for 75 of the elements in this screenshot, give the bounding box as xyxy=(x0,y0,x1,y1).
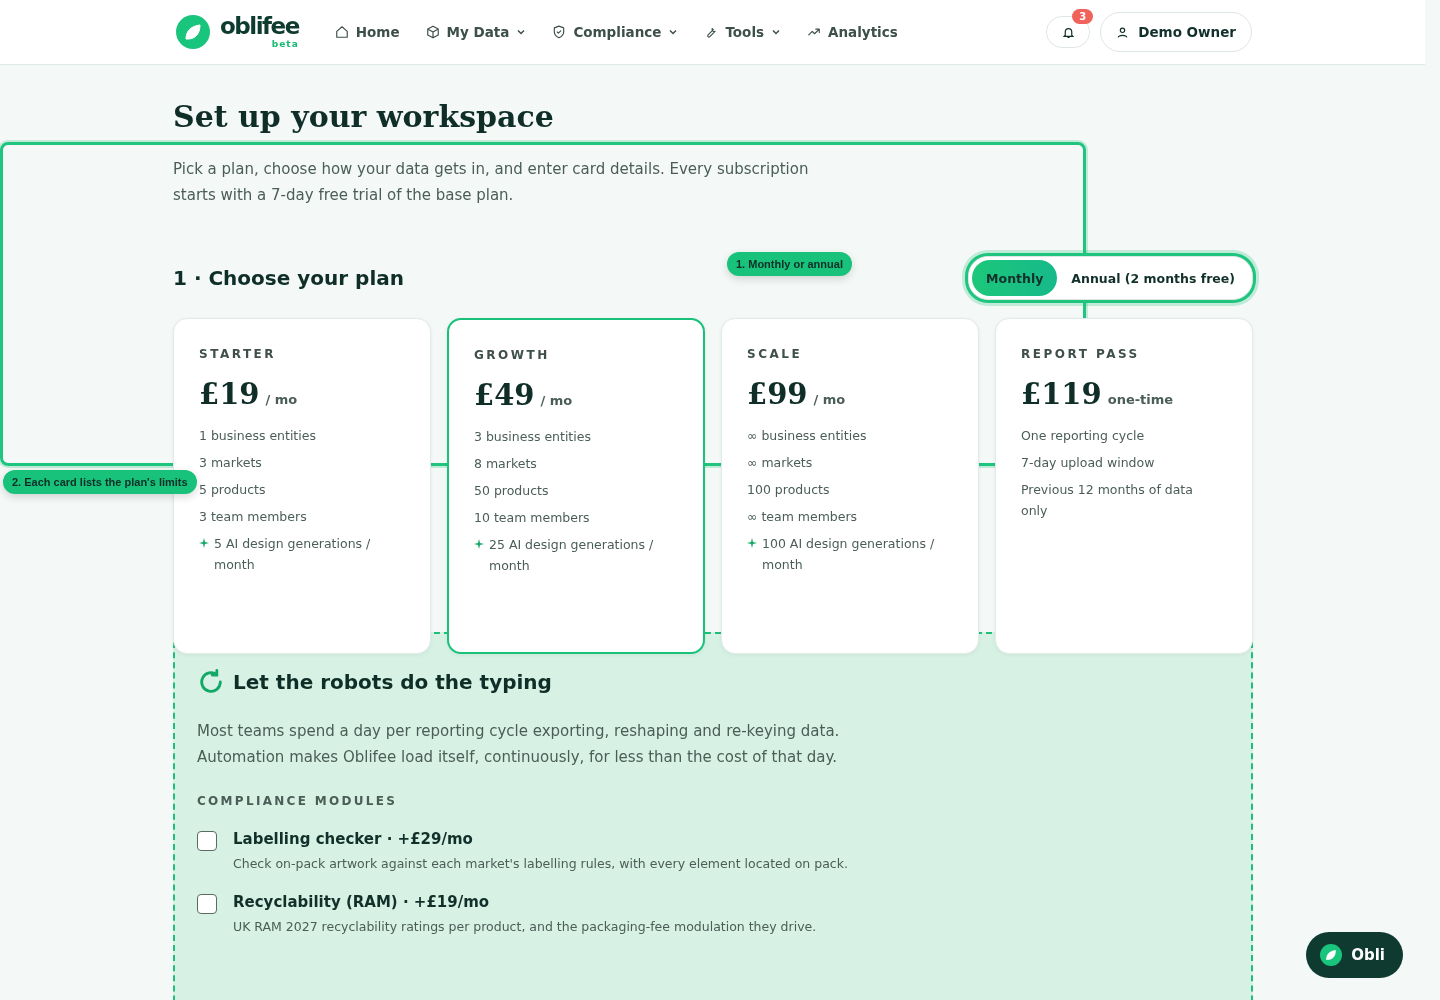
automation-text: Most teams spend a day per reporting cycle exporting, reshaping and re-keying data. Automation makes Oblifee load itself, continuously, for less than the cost of that day. xyxy=(197,721,841,768)
plan-feature: 100 AI design generations / month xyxy=(762,535,936,574)
plan-feature: 8 markets xyxy=(474,455,537,473)
refresh-icon xyxy=(197,668,225,696)
module-description: Check on-pack artwork against each market's labelling rules, with every element located on pack. xyxy=(233,856,848,871)
trend-icon xyxy=(807,25,822,39)
plan-price: £49 xyxy=(474,378,535,412)
module-checkbox[interactable] xyxy=(197,831,217,851)
module-description: UK RAM 2027 recyclability ratings per product, and the packaging-fee modulation they drive. xyxy=(233,919,817,934)
nav-link[interactable]: Tools xyxy=(704,24,782,40)
logo-wordmark: oblifee xyxy=(220,15,299,38)
nav-link[interactable]: Analytics xyxy=(807,24,898,40)
plan-feature: 50 products xyxy=(474,482,549,500)
plan-tier-label: GROWTH xyxy=(474,348,551,362)
plan-feature: 1 business entities xyxy=(199,427,316,445)
assistant-button[interactable]: Obli xyxy=(1306,932,1403,978)
section-heading: 1 · Choose your plan xyxy=(173,266,404,290)
price-period: / mo xyxy=(540,393,573,408)
caret-icon xyxy=(668,27,679,37)
price-period: / mo xyxy=(813,392,846,407)
leaf-logo-icon xyxy=(1320,944,1343,966)
caret-icon xyxy=(771,27,782,37)
plan-feature: ∞ markets xyxy=(747,454,813,472)
module-checkbox[interactable] xyxy=(197,894,217,914)
bell-icon xyxy=(1061,25,1075,39)
tour-step-badge: 1. Monthly or annual xyxy=(727,252,852,276)
plan-feature: ∞ business entities xyxy=(747,427,867,445)
nav-link[interactable]: Home xyxy=(334,24,400,40)
billing-option[interactable]: Monthly xyxy=(972,260,1058,296)
plan-tier-label: REPORT PASS xyxy=(1021,347,1141,361)
sparkle-icon xyxy=(474,539,484,549)
plan-feature: 100 products xyxy=(747,481,830,499)
plan-price: £119 xyxy=(1021,377,1102,411)
price-period: one-time xyxy=(1107,392,1174,407)
shield-icon xyxy=(552,25,567,39)
plan-price: £19 xyxy=(199,377,260,411)
user-menu-button[interactable]: Demo Owner xyxy=(1100,12,1252,52)
plan-feature: One reporting cycle xyxy=(1021,427,1145,445)
home-icon xyxy=(334,25,349,39)
plan-feature: 3 business entities xyxy=(474,428,591,446)
leaf-logo-icon xyxy=(176,15,210,49)
cube-icon xyxy=(425,25,440,39)
plan-feature: 3 markets xyxy=(199,454,262,472)
module-title: Recyclability (RAM) · +£19/mo xyxy=(233,893,491,911)
plan-price: £99 xyxy=(747,377,808,411)
plan-feature: 10 team members xyxy=(474,509,590,527)
plan-card[interactable]: SCALE £99 / mo ∞ business entities ∞ markets 100 products ∞ team members 100 AI design generations / month xyxy=(721,318,979,654)
nav-link[interactable]: My Data xyxy=(425,24,527,40)
plan-tier-label: SCALE xyxy=(747,347,804,361)
plan-feature: 3 team members xyxy=(199,508,307,526)
automation-heading: Let the robots do the typing xyxy=(233,670,552,694)
sparkle-icon xyxy=(747,538,757,548)
plan-feature: Previous 12 months of data only xyxy=(1021,481,1194,520)
page-title: Set up your workspace xyxy=(173,99,555,134)
plan-card[interactable]: REPORT PASS £119 one-time One reporting cycle 7-day upload window Previous 12 months of data only xyxy=(995,318,1253,654)
modules-label: COMPLIANCE MODULES xyxy=(197,794,399,808)
beta-label: beta xyxy=(271,40,299,49)
billing-option[interactable]: Annual (2 months free) xyxy=(1057,260,1249,296)
user-icon xyxy=(1116,25,1130,39)
plan-card[interactable]: GROWTH £49 / mo 3 business entities 8 markets 50 products 10 team members 25 AI design generations / month xyxy=(447,318,705,654)
sparkle-icon xyxy=(199,538,209,548)
caret-icon xyxy=(516,27,527,37)
wrench-icon xyxy=(704,25,719,39)
plan-tier-label: STARTER xyxy=(199,347,277,361)
intro-text: Pick a plan, choose how your data gets in, and enter card details. Every subscription starts with a 7-day free trial of the base plan. xyxy=(173,159,810,206)
plan-feature: 25 AI design generations / month xyxy=(489,536,655,575)
plan-feature: 7-day upload window xyxy=(1021,454,1155,472)
plan-feature: 5 products xyxy=(199,481,266,499)
plan-feature: 5 AI design generations / month xyxy=(214,535,372,574)
nav-link[interactable]: Compliance xyxy=(552,24,679,40)
module-title: Labelling checker · +£29/mo xyxy=(233,830,474,848)
price-period: / mo xyxy=(265,392,298,407)
tour-step-badge: 2. Each card lists the plan's limits xyxy=(3,470,197,494)
notification-count: 3 xyxy=(1072,9,1094,24)
plan-feature: ∞ team members xyxy=(747,508,858,526)
